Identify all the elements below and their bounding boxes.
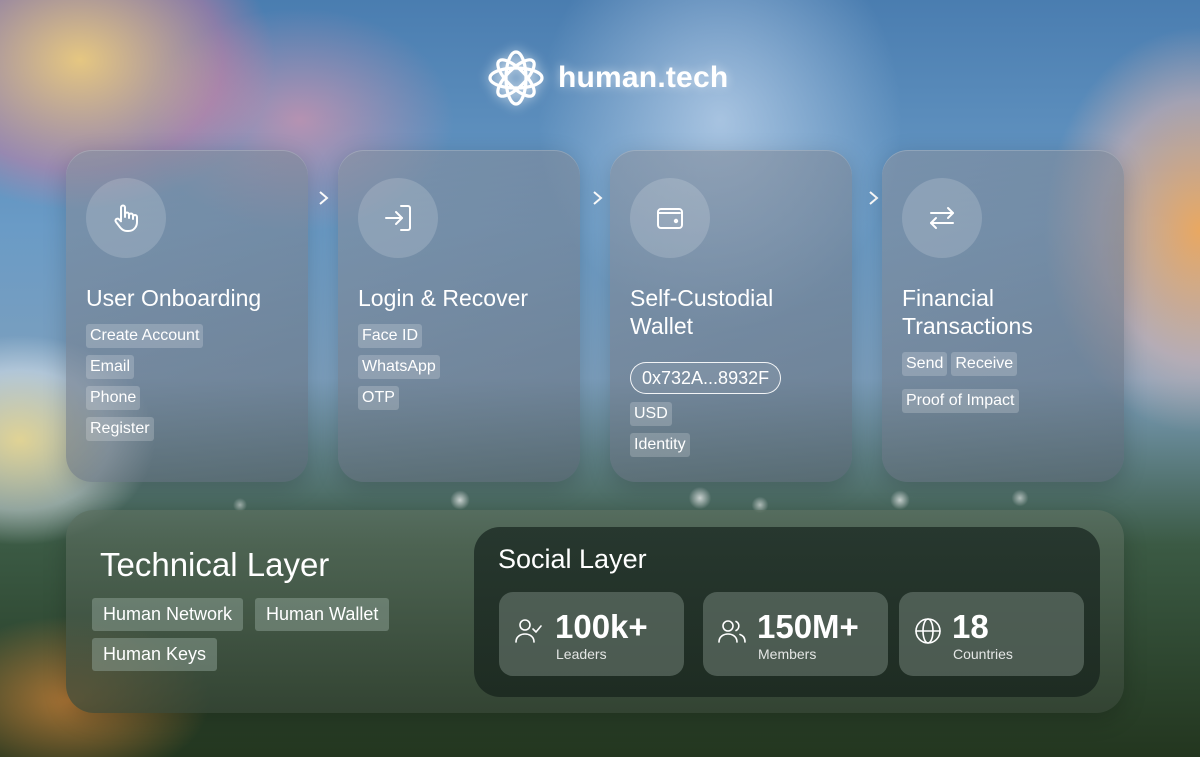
stat-members: 150M+ Members	[703, 592, 888, 676]
swap-arrows-icon	[902, 178, 982, 258]
login-icon	[358, 178, 438, 258]
card-title: Financial Transactions	[902, 284, 1104, 340]
tag-usd: USD	[630, 402, 672, 426]
tag-whatsapp: WhatsApp	[358, 355, 440, 379]
tag-human-wallet: Human Wallet	[255, 598, 390, 631]
card-title-line2: Transactions	[902, 313, 1033, 339]
stat-value: 18	[952, 608, 989, 645]
flow-arrow-icon	[262, 191, 329, 205]
stat-leaders: 100k+ Leaders	[499, 592, 684, 676]
technical-layer-title: Technical Layer	[100, 546, 330, 583]
stat-label: Countries	[953, 646, 1013, 662]
flow-arrow-icon	[810, 191, 879, 205]
tag-phone: Phone	[86, 386, 141, 410]
users-icon	[718, 620, 746, 643]
tag-proof-of-impact: Proof of Impact	[902, 389, 1019, 413]
tag-face-id: Face ID	[358, 324, 423, 348]
brand-header[interactable]: human.tech	[486, 48, 728, 108]
tag-human-keys: Human Keys	[92, 638, 218, 671]
human-tech-logo-icon	[488, 50, 544, 106]
card-title: Login & Recover	[358, 285, 529, 311]
card-title-line1: Self-Custodial	[630, 285, 774, 311]
globe-icon	[915, 618, 941, 644]
user-check-icon	[515, 619, 542, 643]
tag-create-account: Create Account	[86, 324, 204, 348]
brand-name: human.tech	[558, 61, 729, 94]
social-layer-title: Social Layer	[498, 544, 647, 574]
card-title-line2: Wallet	[630, 313, 694, 339]
tag-identity: Identity	[630, 433, 690, 457]
stat-value: 150M+	[757, 608, 859, 645]
card-financial-transactions[interactable]: Financial Transactions Send Receive Proof…	[882, 150, 1124, 482]
wallet-address-pill[interactable]: 0x732A...8932F	[630, 362, 782, 394]
tag-email: Email	[86, 355, 135, 379]
stat-countries: 18 Countries	[899, 592, 1084, 676]
wallet-icon	[630, 178, 710, 258]
hand-pointer-icon	[86, 178, 166, 258]
stat-value: 100k+	[555, 608, 648, 645]
stat-label: Leaders	[556, 646, 607, 662]
card-title: Self-Custodial Wallet	[630, 284, 832, 340]
stat-label: Members	[758, 646, 817, 662]
tag-human-network: Human Network	[92, 598, 244, 631]
tag-send: Send	[902, 352, 948, 376]
card-title-line1: Financial	[902, 285, 995, 311]
tag-receive: Receive	[951, 352, 1018, 376]
tag-register: Register	[86, 417, 154, 441]
tag-otp: OTP	[358, 386, 399, 410]
card-title: User Onboarding	[86, 285, 262, 311]
flow-arrow-icon	[536, 191, 603, 205]
